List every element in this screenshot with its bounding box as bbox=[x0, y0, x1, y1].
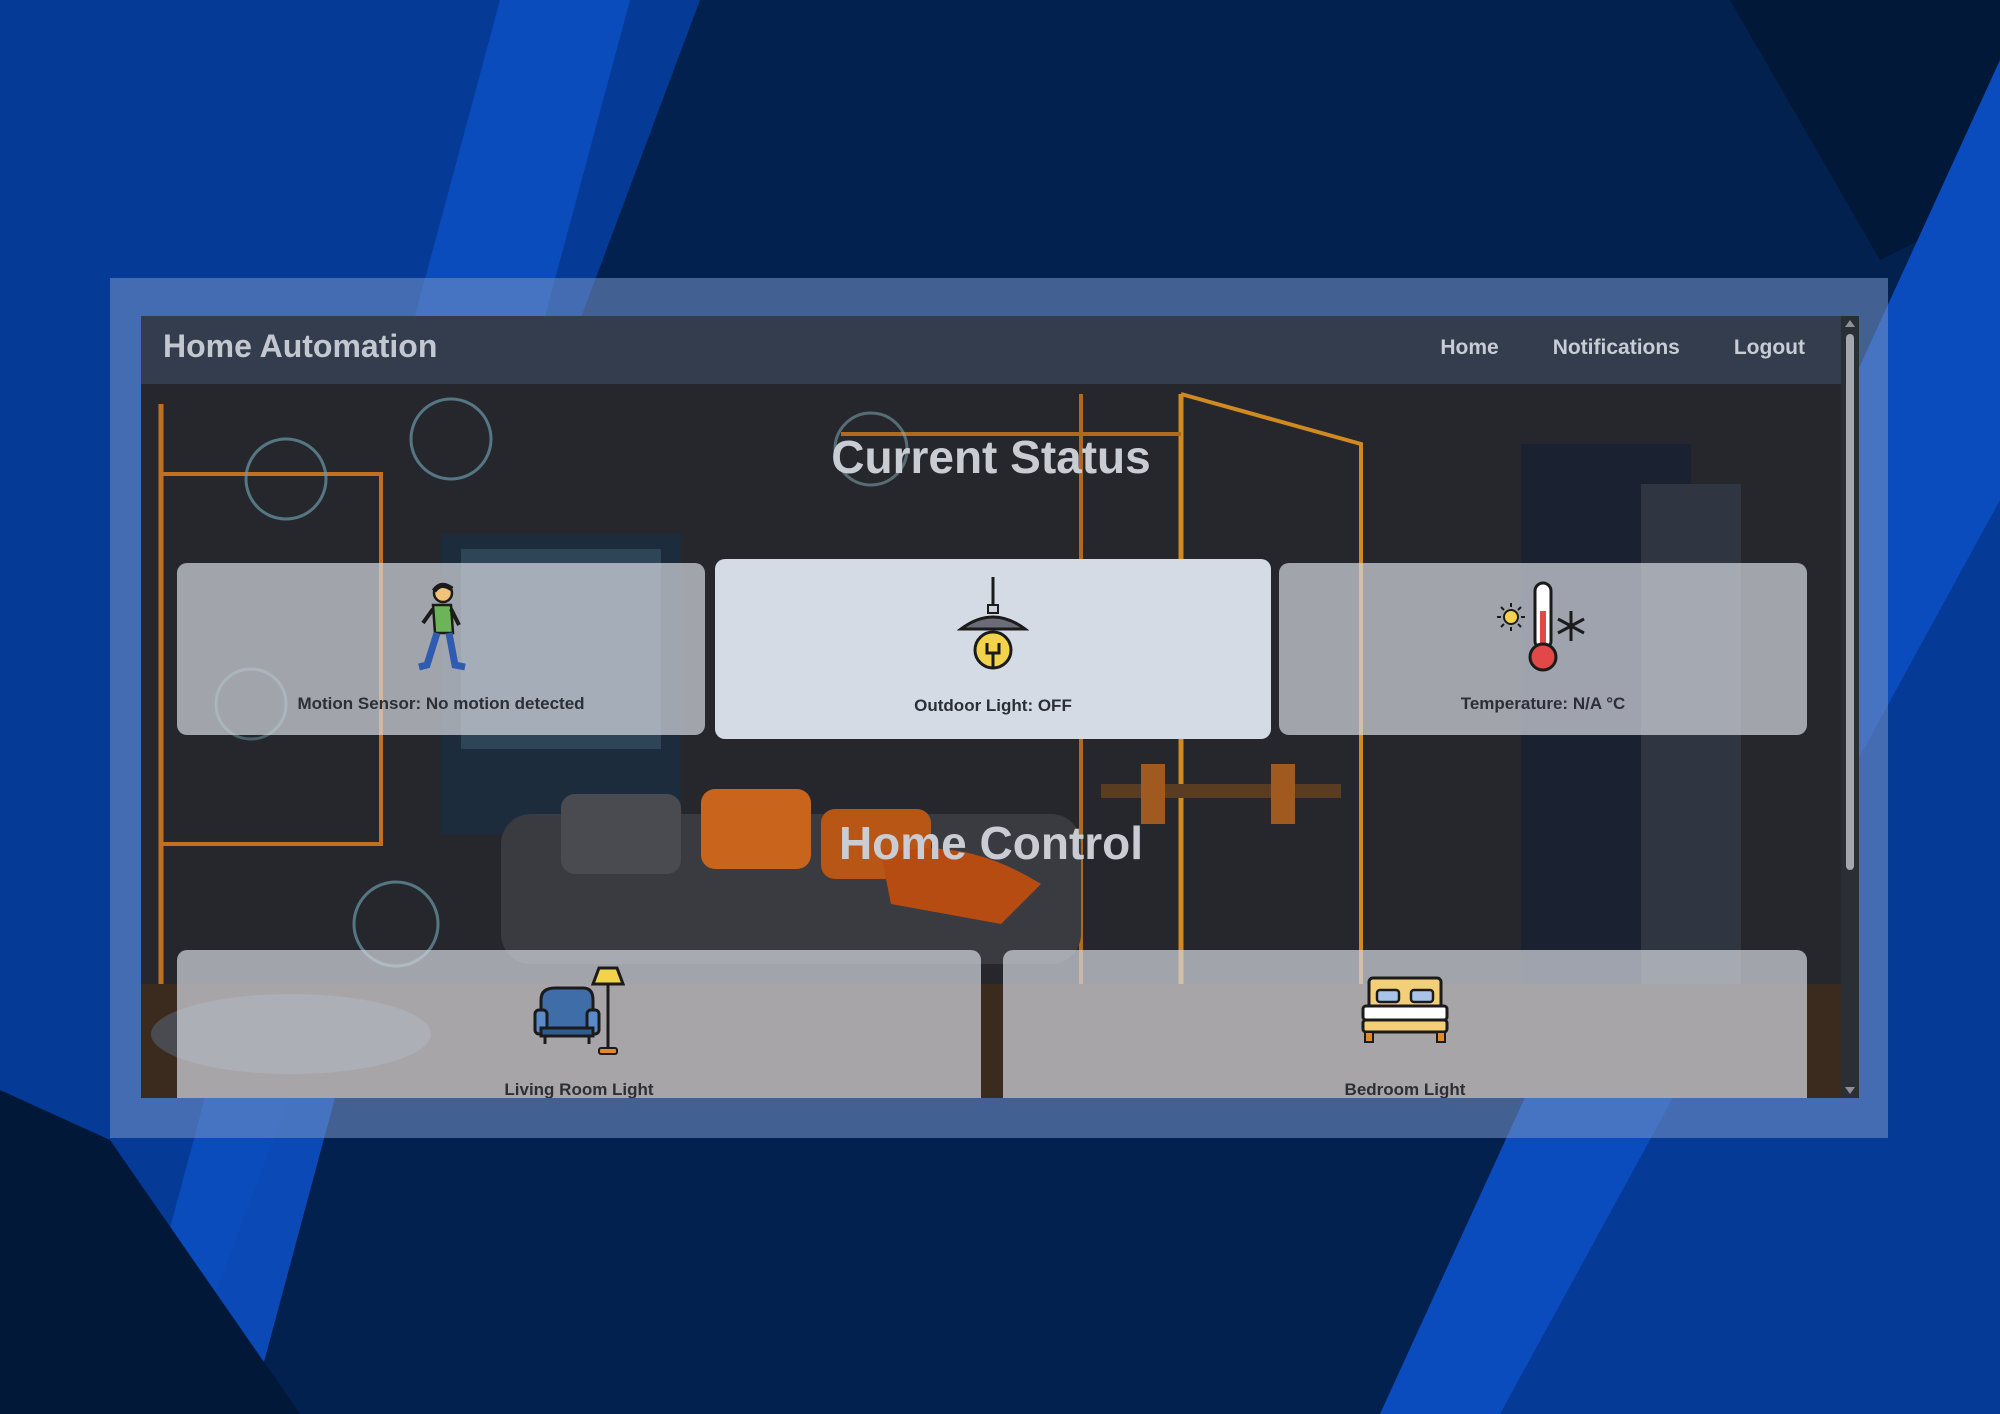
motion-sensor-card: Motion Sensor: No motion detected bbox=[177, 563, 705, 735]
navbar: Home Automation Home Notifications Logou… bbox=[141, 316, 1841, 384]
vertical-scrollbar[interactable] bbox=[1841, 316, 1859, 1098]
app-title: Home Automation bbox=[163, 328, 438, 364]
nav-home-link[interactable]: Home bbox=[1440, 336, 1498, 360]
armchair-floor-lamp-icon bbox=[533, 966, 626, 1063]
app-window: Home Automation Home Notifications Logou… bbox=[141, 316, 1859, 1098]
scroll-up-arrow-icon[interactable] bbox=[1845, 320, 1855, 327]
temperature-status: Temperature: N/A °C bbox=[1460, 694, 1626, 713]
bed-icon bbox=[1359, 976, 1451, 1051]
scroll-down-arrow-icon[interactable] bbox=[1845, 1087, 1855, 1094]
thermometer-icon bbox=[1497, 581, 1589, 678]
bedroom-light-label: Bedroom Light bbox=[1344, 1080, 1466, 1098]
outdoor-light-status: Outdoor Light: OFF bbox=[914, 696, 1072, 715]
nav-links: Home Notifications Logout bbox=[1440, 336, 1805, 360]
living-room-light-label: Living Room Light bbox=[504, 1080, 654, 1098]
scrollbar-thumb[interactable] bbox=[1846, 334, 1854, 870]
living-room-light-card[interactable]: Living Room Light bbox=[177, 950, 981, 1098]
motion-sensor-status: Motion Sensor: No motion detected bbox=[297, 694, 585, 713]
home-control-heading: Home Control bbox=[838, 817, 1144, 869]
walking-person-icon bbox=[411, 581, 471, 676]
outdoor-light-card[interactable]: Outdoor Light: OFF bbox=[715, 559, 1271, 739]
nav-notifications-link[interactable]: Notifications bbox=[1553, 336, 1680, 360]
nav-logout-link[interactable]: Logout bbox=[1734, 336, 1805, 360]
current-status-heading: Current Status bbox=[831, 431, 1151, 483]
bedroom-light-card[interactable]: Bedroom Light bbox=[1003, 950, 1807, 1098]
hanging-lamp-icon bbox=[956, 577, 1030, 678]
temperature-card: Temperature: N/A °C bbox=[1279, 563, 1807, 735]
